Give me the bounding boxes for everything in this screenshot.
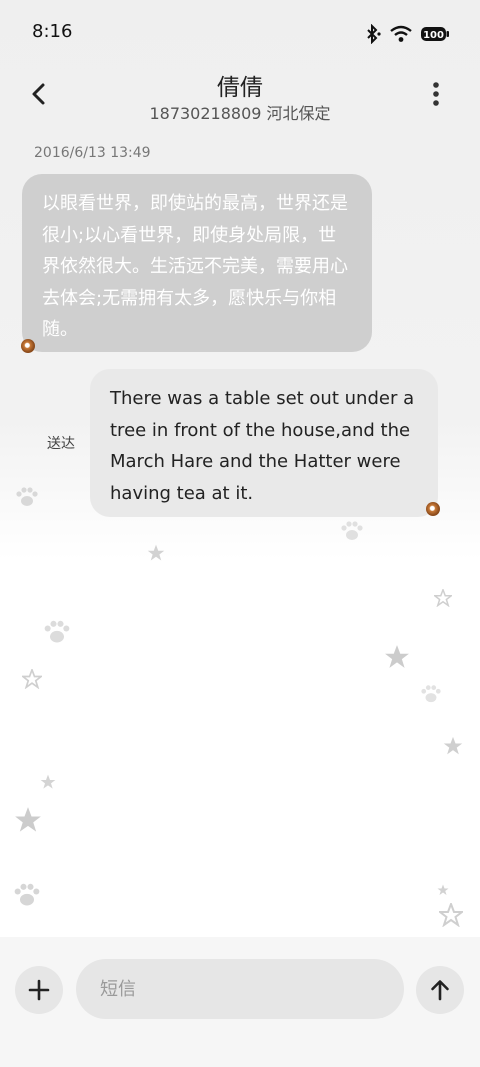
star-outline-icon	[22, 669, 42, 689]
battery-level: 100	[423, 30, 444, 41]
incoming-message-text: 以眼看世界，即使站的最高，世界还是很小;以心看世界，即使身处局限，世界依然很大。…	[42, 193, 348, 340]
outgoing-message-bubble[interactable]: There was a table set out under a tree i…	[90, 369, 438, 517]
conversation-header: 倩倩 18730218809 河北保定	[0, 64, 480, 144]
star-icon	[437, 884, 449, 896]
star-icon	[443, 736, 463, 756]
attach-button[interactable]	[15, 966, 63, 1014]
status-bar: 8:16 100	[0, 0, 480, 64]
star-outline-icon	[439, 903, 463, 927]
contact-subtitle: 18730218809 河北保定	[149, 104, 331, 123]
paw-icon	[15, 486, 39, 508]
contact-name: 倩倩	[217, 75, 263, 101]
status-time: 8:16	[32, 21, 73, 42]
paw-icon	[420, 684, 442, 704]
outgoing-message-text: There was a table set out under a tree i…	[110, 388, 415, 504]
star-icon	[384, 644, 410, 670]
paw-icon	[340, 520, 364, 542]
message-timestamp: 2016/6/13 13:49	[34, 145, 151, 161]
composer-bar	[0, 937, 480, 1067]
own-avatar	[426, 502, 440, 516]
star-icon	[14, 806, 42, 834]
incoming-message-bubble[interactable]: 以眼看世界，即使站的最高，世界还是很小;以心看世界，即使身处局限，世界依然很大。…	[22, 174, 372, 352]
message-input[interactable]	[76, 959, 404, 1019]
contact-avatar	[21, 339, 35, 353]
wifi-icon	[390, 25, 412, 43]
star-icon	[40, 774, 56, 790]
bluetooth-icon	[364, 24, 382, 44]
delivery-status: 送达	[47, 436, 75, 452]
paw-icon	[13, 882, 41, 908]
paw-icon	[43, 619, 71, 645]
more-vertical-icon	[428, 82, 444, 114]
status-icons: 100	[364, 22, 450, 46]
send-button[interactable]	[416, 966, 464, 1014]
more-options-button[interactable]	[428, 78, 444, 110]
battery-icon: 100	[420, 25, 450, 43]
star-icon	[147, 544, 165, 562]
star-outline-icon	[434, 589, 452, 607]
